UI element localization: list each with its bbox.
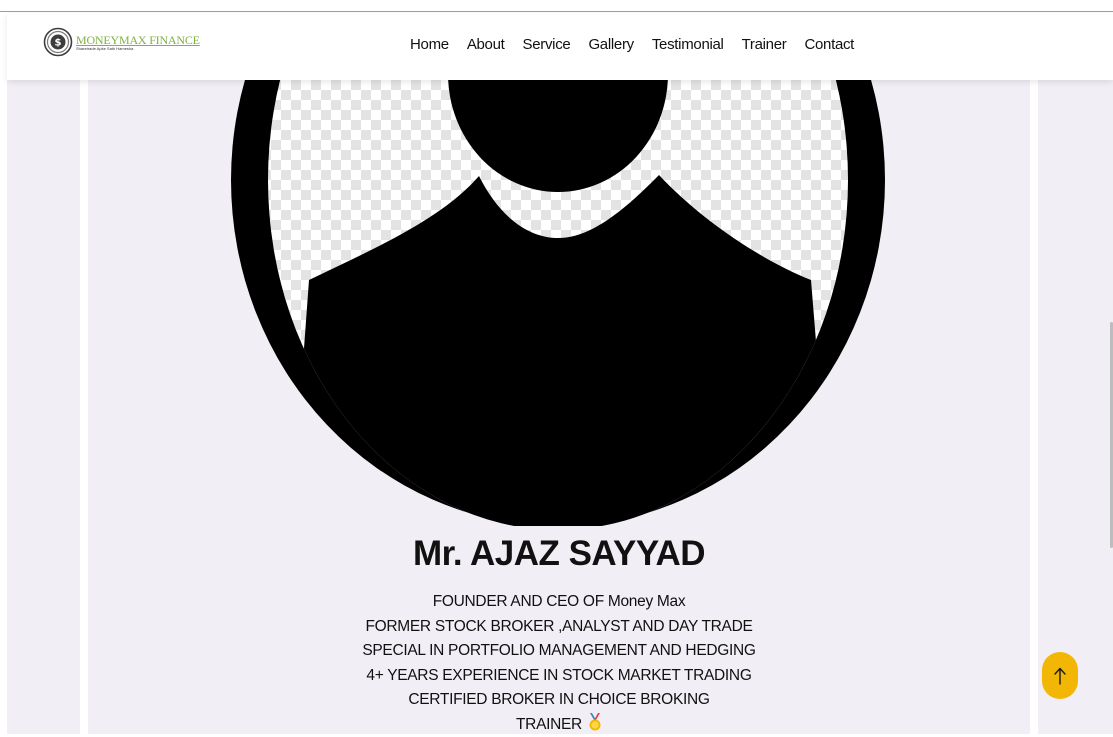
nav-trainer[interactable]: Trainer xyxy=(742,36,787,53)
brand-name: MONEYMAX FINANCE xyxy=(76,34,200,46)
brand-logo[interactable]: $ MONEYMAX FINANCE Sharetrade Apke Sath … xyxy=(43,27,200,57)
profile-line-experience: 4+ YEARS EXPERIENCE IN STOCK MARKET TRAD… xyxy=(88,664,1030,689)
top-border xyxy=(0,0,1113,12)
profile-line-certification: CERTIFIED BROKER IN CHOICE BROKING xyxy=(88,688,1030,713)
nav-about[interactable]: About xyxy=(467,36,505,53)
arrow-up-icon xyxy=(1054,667,1066,685)
trainer-photo xyxy=(231,80,885,526)
profile-line-role: FOUNDER AND CEO OF Money Max xyxy=(88,590,1030,615)
left-gutter xyxy=(7,80,80,734)
profile-line-background: FORMER STOCK BROKER ,ANALYST AND DAY TRA… xyxy=(88,615,1030,640)
main-nav: Home About Service Gallery Testimonial T… xyxy=(410,36,854,53)
svg-text:$: $ xyxy=(55,38,62,49)
trainer-label: TRAINER xyxy=(516,716,582,733)
user-silhouette-icon xyxy=(231,80,885,526)
trainer-name: Mr. AJAZ SAYYAD xyxy=(88,534,1030,574)
nav-service[interactable]: Service xyxy=(523,36,571,53)
dollar-spiral-icon: $ xyxy=(43,27,73,57)
back-to-top-button[interactable] xyxy=(1042,652,1078,699)
profile-line-specialty: SPECIAL IN PORTFOLIO MANAGEMENT AND HEDG… xyxy=(88,639,1030,664)
trainer-profile: Mr. AJAZ SAYYAD FOUNDER AND CEO OF Money… xyxy=(88,530,1030,737)
navbar: $ MONEYMAX FINANCE Sharetrade Apke Sath … xyxy=(7,13,1113,80)
right-gutter xyxy=(1038,80,1113,734)
nav-testimonial[interactable]: Testimonial xyxy=(652,36,724,53)
nav-gallery[interactable]: Gallery xyxy=(588,36,633,53)
brand-tagline: Sharetrade Apke Sath Hamesha xyxy=(76,47,200,51)
nav-contact[interactable]: Contact xyxy=(804,36,854,53)
nav-home[interactable]: Home xyxy=(410,36,449,53)
gold-medal-icon xyxy=(588,713,602,731)
profile-line-trainer: TRAINER xyxy=(88,713,1030,737)
